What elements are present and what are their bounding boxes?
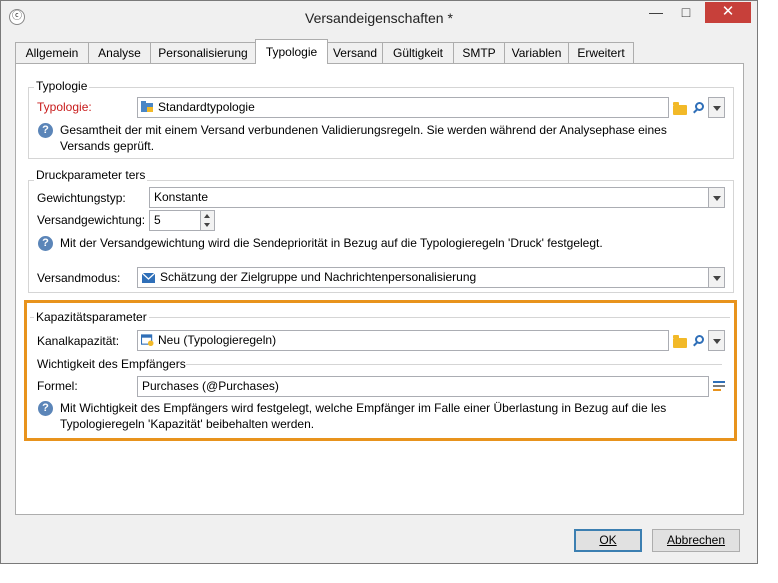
weight-help-text: Mit der Versandgewichtung wird die Sende… bbox=[60, 236, 603, 250]
tab-allgemein[interactable]: Allgemein bbox=[15, 42, 89, 63]
maximize-button[interactable]: □ bbox=[673, 2, 699, 23]
mode-value: Schätzung der Zielgruppe und Nachrichten… bbox=[160, 270, 477, 284]
title-bar: ⓒ Versandeigenschaften * — □ ✕ bbox=[1, 1, 757, 33]
tab-typologie[interactable]: Typologie bbox=[255, 39, 328, 64]
typology-help-line2: Versands geprüft. bbox=[60, 139, 155, 153]
weighting-type-select[interactable]: Konstante bbox=[149, 187, 709, 208]
weight-stepper[interactable] bbox=[200, 210, 215, 231]
channel-capacity-label: Kanalkapazität: bbox=[37, 334, 120, 348]
tab-versand[interactable]: Versand bbox=[327, 42, 383, 63]
typology-label: Typologie: bbox=[37, 100, 92, 114]
typology-dropdown-button[interactable] bbox=[708, 97, 725, 118]
weight-label: Versandgewichtung: bbox=[37, 213, 146, 227]
dialog-window: ⓒ Versandeigenschaften * — □ ✕ Allgemein… bbox=[0, 0, 758, 564]
capacity-help-text: Mit Wichtigkeit des Empfängers wird fest… bbox=[60, 400, 666, 432]
formula-input[interactable]: Purchases (@Purchases) bbox=[137, 376, 709, 397]
formula-label: Formel: bbox=[37, 379, 78, 393]
help-icon: ? bbox=[38, 236, 53, 251]
tab-smtp[interactable]: SMTP bbox=[453, 42, 505, 63]
recipient-importance-title: Wichtigkeit des Empfängers bbox=[37, 357, 189, 371]
recipient-importance-divider bbox=[186, 364, 722, 365]
tab-panel-typologie: Typologie Typologie: Standardtypologie ?… bbox=[15, 63, 744, 515]
tab-variablen[interactable]: Variablen bbox=[504, 42, 569, 63]
envelope-icon bbox=[142, 272, 155, 283]
folder-icon[interactable] bbox=[673, 102, 687, 115]
tab-personalisierung[interactable]: Personalisierung bbox=[150, 42, 256, 63]
capacity-help-line1: Mit Wichtigkeit des Empfängers wird fest… bbox=[60, 401, 667, 415]
calendar-icon bbox=[141, 334, 154, 346]
search-icon[interactable] bbox=[695, 335, 704, 344]
typology-folder-icon bbox=[141, 101, 153, 112]
channel-capacity-dropdown[interactable] bbox=[708, 330, 725, 351]
typology-field[interactable]: Standardtypologie bbox=[137, 97, 669, 118]
weighting-type-dropdown[interactable] bbox=[708, 187, 725, 208]
capacity-group-title: Kapazitätsparameter bbox=[34, 310, 149, 324]
typology-help-text: Gesamtheit der mit einem Versand verbund… bbox=[60, 122, 667, 154]
channel-capacity-value: Neu (Typologieregeln) bbox=[158, 333, 277, 347]
tab-erweitert[interactable]: Erweitert bbox=[568, 42, 634, 63]
typology-help-line1: Gesamtheit der mit einem Versand verbund… bbox=[60, 123, 667, 137]
typology-group-title: Typologie bbox=[34, 79, 90, 93]
close-button[interactable]: ✕ bbox=[705, 2, 751, 23]
folder-icon[interactable] bbox=[673, 335, 687, 348]
mode-label: Versandmodus: bbox=[37, 271, 121, 285]
search-icon[interactable] bbox=[695, 102, 704, 111]
capacity-help-line2: Typologieregeln 'Kapazität' beibehalten … bbox=[60, 417, 315, 431]
tab-gueltigkeit[interactable]: Gültigkeit bbox=[382, 42, 454, 63]
weighting-type-label: Gewichtungstyp: bbox=[37, 191, 126, 205]
help-icon: ? bbox=[38, 401, 53, 416]
cancel-button[interactable]: Abbrechen bbox=[652, 529, 740, 552]
weight-input[interactable]: 5 bbox=[149, 210, 201, 231]
mode-select[interactable]: Schätzung der Zielgruppe und Nachrichten… bbox=[137, 267, 709, 288]
minimize-button[interactable]: — bbox=[643, 2, 669, 23]
channel-capacity-field[interactable]: Neu (Typologieregeln) bbox=[137, 330, 669, 351]
tab-analyse[interactable]: Analyse bbox=[88, 42, 151, 63]
ok-button[interactable]: OK bbox=[574, 529, 642, 552]
mode-dropdown[interactable] bbox=[708, 267, 725, 288]
formula-editor-icon[interactable] bbox=[713, 381, 725, 391]
typology-value: Standardtypologie bbox=[158, 100, 255, 114]
print-group-title: Druckparameter ters bbox=[34, 168, 148, 182]
help-icon: ? bbox=[38, 123, 53, 138]
